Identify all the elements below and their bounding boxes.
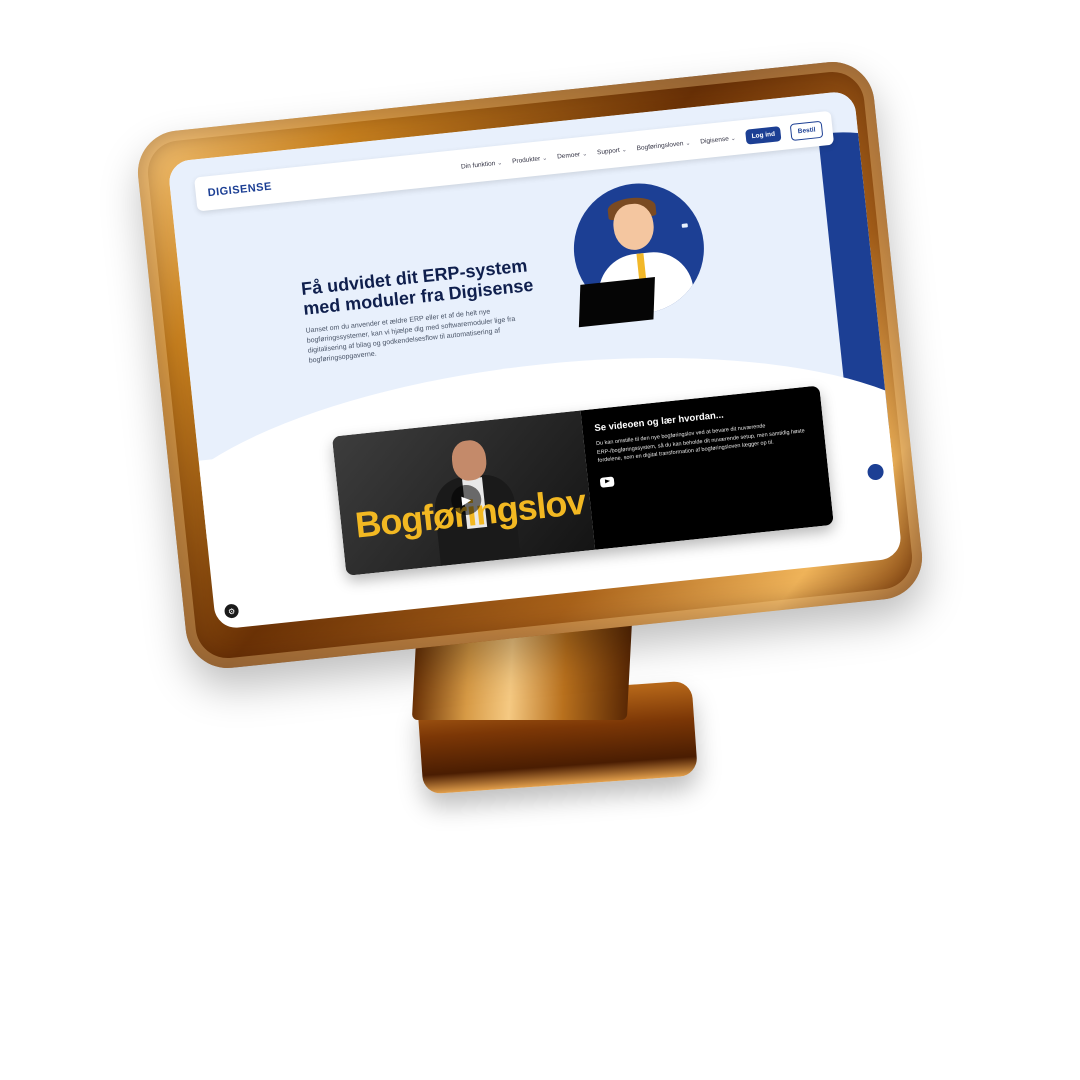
chevron-down-icon: ⌄: [496, 159, 503, 167]
nav-item-support[interactable]: Support ⌄: [597, 146, 627, 156]
login-button[interactable]: Log ind: [744, 125, 782, 145]
chevron-down-icon: ⌄: [581, 150, 588, 158]
chevron-down-icon: ⌄: [685, 140, 691, 147]
video-info: Se videoen og lær hvordan... Du kan omst…: [580, 385, 834, 550]
chevron-down-icon: ⌄: [621, 146, 628, 154]
nav-item-label: Produkter: [511, 154, 541, 165]
nav-item-label: Digisense: [699, 135, 730, 146]
chevron-down-icon: ⌄: [730, 135, 737, 142]
chevron-down-icon: ⌄: [541, 155, 548, 162]
nav-item-produkter[interactable]: Produkter ⌄: [512, 154, 548, 165]
monitor-screen: DIGISENSE Din funktion ⌄ Produkter ⌄ Dem…: [167, 90, 903, 630]
youtube-icon[interactable]: [599, 475, 615, 488]
nav-item-bogforingsloven[interactable]: Bogføringsloven ⌄: [636, 139, 690, 152]
nav-item-din-funktion[interactable]: Din funktion ⌄: [460, 159, 503, 171]
nav-item-label: Support: [596, 146, 621, 156]
nav-item-label: Demoer: [556, 150, 581, 161]
laptop-illustration: [578, 277, 655, 328]
nav-item-label: Din funktion: [460, 159, 496, 171]
site-logo[interactable]: DIGISENSE: [207, 181, 272, 200]
chat-icon[interactable]: [866, 463, 885, 481]
video-thumbnail[interactable]: Bogføringslov ▶: [331, 410, 596, 576]
monitor-mockup: DIGISENSE Din funktion ⌄ Produkter ⌄ Dem…: [0, 0, 1080, 1080]
nav-item-label: Bogføringsloven: [636, 139, 684, 152]
nav-item-demoer[interactable]: Demoer ⌄: [557, 150, 588, 160]
order-button[interactable]: Bestil: [789, 120, 824, 141]
nav-item-digisense[interactable]: Digisense ⌄: [700, 134, 736, 145]
cookie-icon[interactable]: ⚙: [223, 603, 240, 619]
headset-icon: [681, 223, 688, 228]
